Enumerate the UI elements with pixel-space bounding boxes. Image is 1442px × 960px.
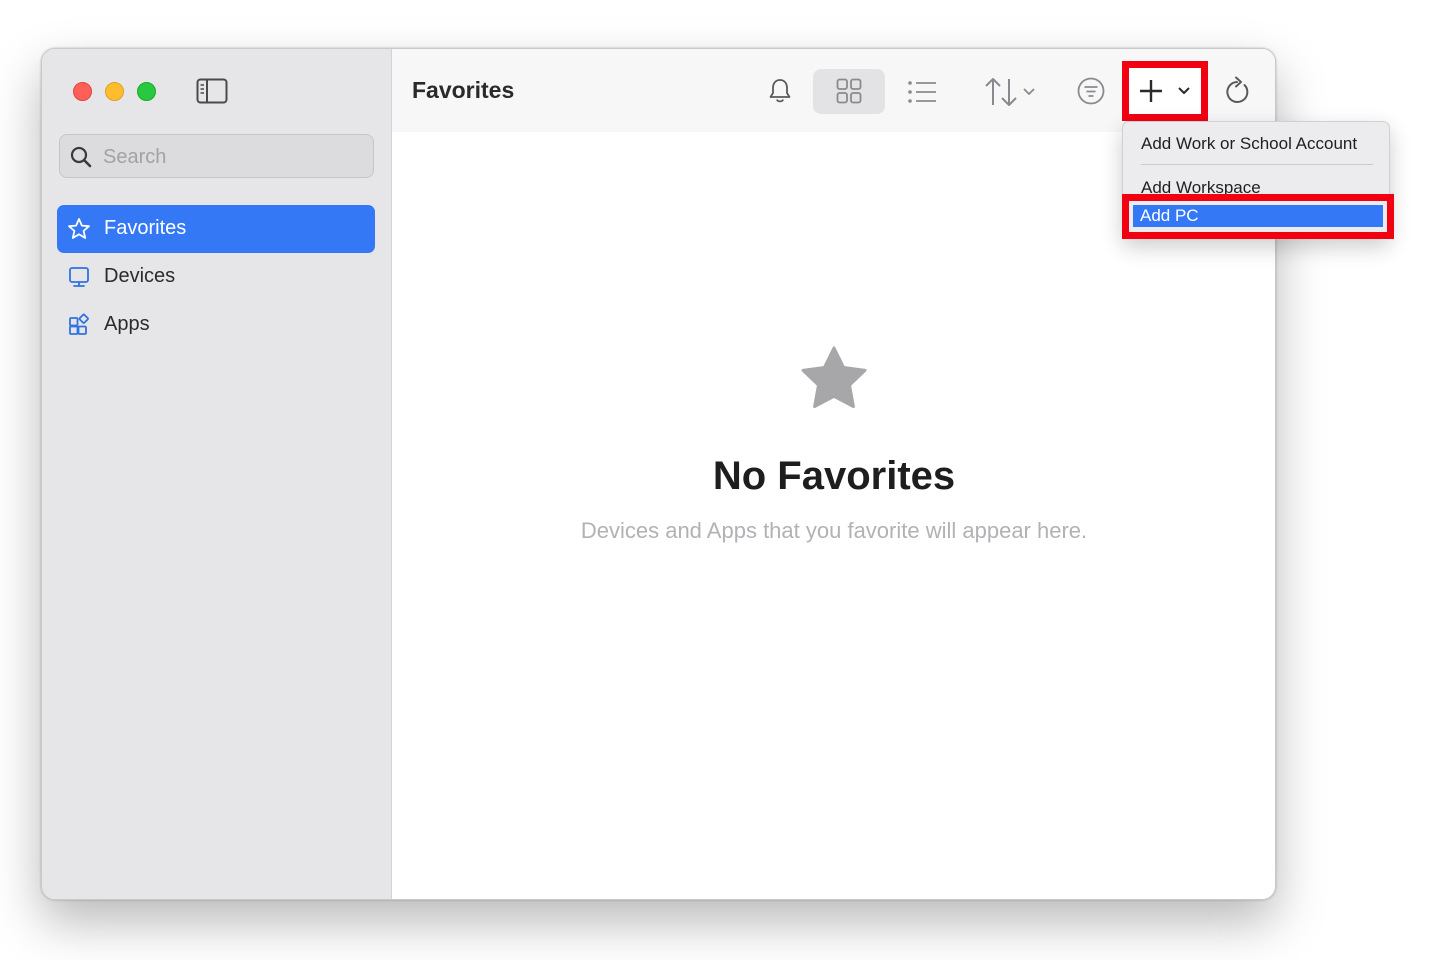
close-window-button[interactable]	[73, 82, 92, 101]
list-view-icon[interactable]	[907, 80, 937, 104]
search-placeholder: Search	[103, 146, 167, 168]
sidebar-item-devices[interactable]: Devices	[57, 253, 375, 301]
sidebar-toggle-icon[interactable]	[196, 78, 228, 104]
apps-grid-icon	[67, 313, 91, 337]
sort-icon[interactable]	[984, 76, 1048, 108]
empty-state-title: No Favorites	[712, 454, 956, 498]
page-title: Favorites	[412, 77, 515, 103]
refresh-icon[interactable]	[1224, 76, 1252, 106]
plus-icon	[1140, 80, 1162, 102]
monitor-icon	[67, 265, 91, 289]
star-icon	[801, 346, 867, 415]
sidebar-item-favorites[interactable]: Favorites	[57, 205, 375, 253]
minimize-window-button[interactable]	[105, 82, 124, 101]
sidebar-item-label: Apps	[104, 313, 150, 335]
sidebar-item-label: Devices	[104, 265, 176, 287]
zoom-window-button[interactable]	[137, 82, 156, 101]
sidebar-item-apps[interactable]: Apps	[57, 301, 375, 349]
sidebar: Search Favorites Devices Apps	[42, 49, 392, 899]
star-outline-icon	[67, 217, 91, 241]
empty-state-subtitle: Devices and Apps that you favorite will …	[580, 518, 1088, 543]
add-button[interactable]	[1122, 61, 1208, 121]
menu-separator	[1141, 164, 1373, 165]
menu-item-add-work-account[interactable]: Add Work or School Account	[1141, 134, 1357, 154]
bell-icon[interactable]	[767, 77, 793, 105]
sidebar-item-label: Favorites	[104, 217, 187, 239]
annotation-highlight-box	[1122, 194, 1394, 239]
grid-view-button[interactable]	[813, 69, 885, 114]
search-icon	[70, 146, 92, 168]
filter-icon[interactable]	[1077, 77, 1105, 105]
chevron-down-icon	[1178, 87, 1190, 94]
search-field[interactable]: Search	[59, 134, 374, 178]
